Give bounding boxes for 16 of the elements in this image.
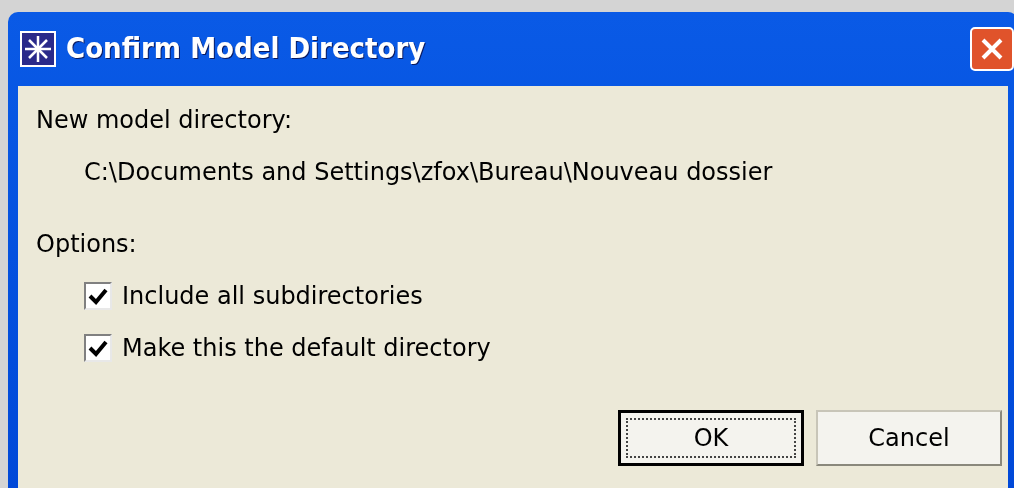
checkbox[interactable] bbox=[84, 282, 112, 310]
window-title: Confirm Model Directory bbox=[66, 30, 426, 68]
options-label: Options: bbox=[36, 229, 138, 260]
dialog-button[interactable]: OK bbox=[618, 410, 804, 466]
check-icon bbox=[88, 339, 108, 357]
option-checkbox[interactable]: Include all subdirectories bbox=[84, 278, 1002, 314]
checkbox[interactable] bbox=[84, 334, 112, 362]
directory-path: C:\Documents and Settings\zfox\Bureau\Nouveau dossier bbox=[84, 157, 774, 188]
option-label: Include all subdirectories bbox=[122, 281, 423, 312]
close-button[interactable] bbox=[970, 27, 1014, 71]
check-icon bbox=[88, 287, 108, 305]
dialog-button[interactable]: Cancel bbox=[816, 410, 1002, 466]
directory-label: New model directory: bbox=[36, 105, 294, 136]
option-label: Make this the default directory bbox=[122, 333, 491, 364]
close-icon bbox=[980, 37, 1004, 61]
option-checkbox[interactable]: Make this the default directory bbox=[84, 330, 1002, 366]
